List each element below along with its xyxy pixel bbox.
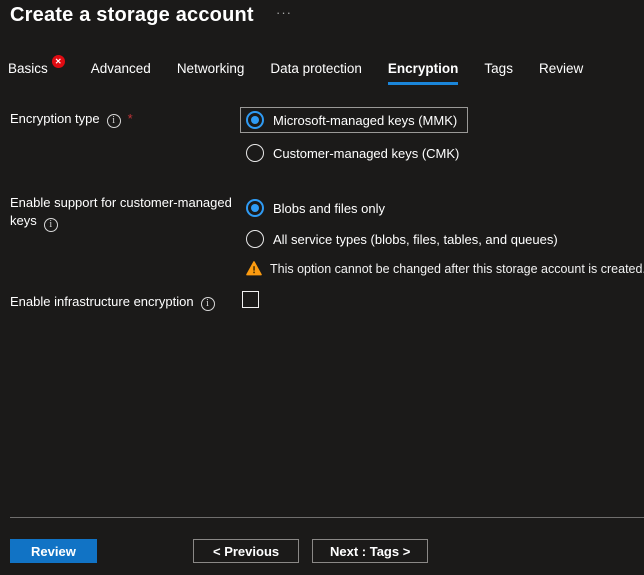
wizard-tabs: Basics ✕ Advanced Networking Data protec…	[8, 61, 583, 85]
radio-option-cmk[interactable]: Customer-managed keys (CMK)	[246, 144, 468, 162]
radio-option-mmk[interactable]: Microsoft-managed keys (MMK)	[240, 107, 468, 133]
radio-dot	[251, 204, 259, 212]
tab-basics[interactable]: Basics ✕	[8, 61, 65, 85]
info-icon[interactable]: i	[107, 114, 121, 128]
tab-basics-error-icon: ✕	[52, 55, 65, 68]
radio-dot	[251, 116, 259, 124]
tab-data-protection[interactable]: Data protection	[270, 61, 362, 85]
radio-option-blobs-files[interactable]: Blobs and files only	[246, 199, 644, 217]
encryption-type-label: Encryption type	[10, 110, 100, 127]
info-icon[interactable]: i	[201, 297, 215, 311]
encryption-type-radio-group: Microsoft-managed keys (MMK) Customer-ma…	[240, 107, 468, 162]
radio-selected-icon[interactable]	[246, 111, 264, 129]
radio-unselected-icon[interactable]	[246, 144, 264, 162]
cmk-support-label-row: Enable support for customer-managed keys…	[10, 194, 247, 230]
warning-message: This option cannot be changed after this…	[246, 261, 644, 276]
infrastructure-encryption-label: Enable infrastructure encryption	[10, 293, 194, 310]
radio-option-blobs-files-label: Blobs and files only	[273, 201, 385, 216]
page-title: Create a storage account	[10, 4, 254, 27]
radio-option-all-services[interactable]: All service types (blobs, files, tables,…	[246, 230, 644, 248]
infrastructure-encryption-checkbox[interactable]	[242, 291, 259, 308]
tab-review[interactable]: Review	[539, 61, 583, 85]
warning-icon	[246, 261, 262, 276]
tab-tags[interactable]: Tags	[484, 61, 513, 85]
info-icon[interactable]: i	[44, 218, 58, 232]
radio-option-all-services-label: All service types (blobs, files, tables,…	[273, 232, 558, 247]
radio-selected-icon[interactable]	[246, 199, 264, 217]
radio-option-cmk-label: Customer-managed keys (CMK)	[273, 146, 459, 161]
warning-text: This option cannot be changed after this…	[270, 262, 644, 276]
tab-advanced[interactable]: Advanced	[91, 61, 151, 85]
tab-networking[interactable]: Networking	[177, 61, 245, 85]
radio-unselected-icon[interactable]	[246, 230, 264, 248]
more-options-icon[interactable]: ···	[276, 5, 292, 20]
infrastructure-encryption-label-row: Enable infrastructure encryption i	[10, 293, 215, 310]
tab-encryption[interactable]: Encryption	[388, 61, 459, 85]
encryption-type-label-row: Encryption type i *	[10, 110, 133, 127]
radio-option-mmk-label: Microsoft-managed keys (MMK)	[273, 113, 457, 128]
previous-button[interactable]: < Previous	[193, 539, 299, 563]
footer-divider	[10, 517, 644, 518]
next-tags-button[interactable]: Next : Tags >	[312, 539, 428, 563]
tab-basics-label: Basics	[8, 61, 48, 76]
review-button[interactable]: Review	[10, 539, 97, 563]
required-asterisk: *	[128, 111, 133, 126]
cmk-support-radio-group: Blobs and files only All service types (…	[246, 199, 644, 276]
